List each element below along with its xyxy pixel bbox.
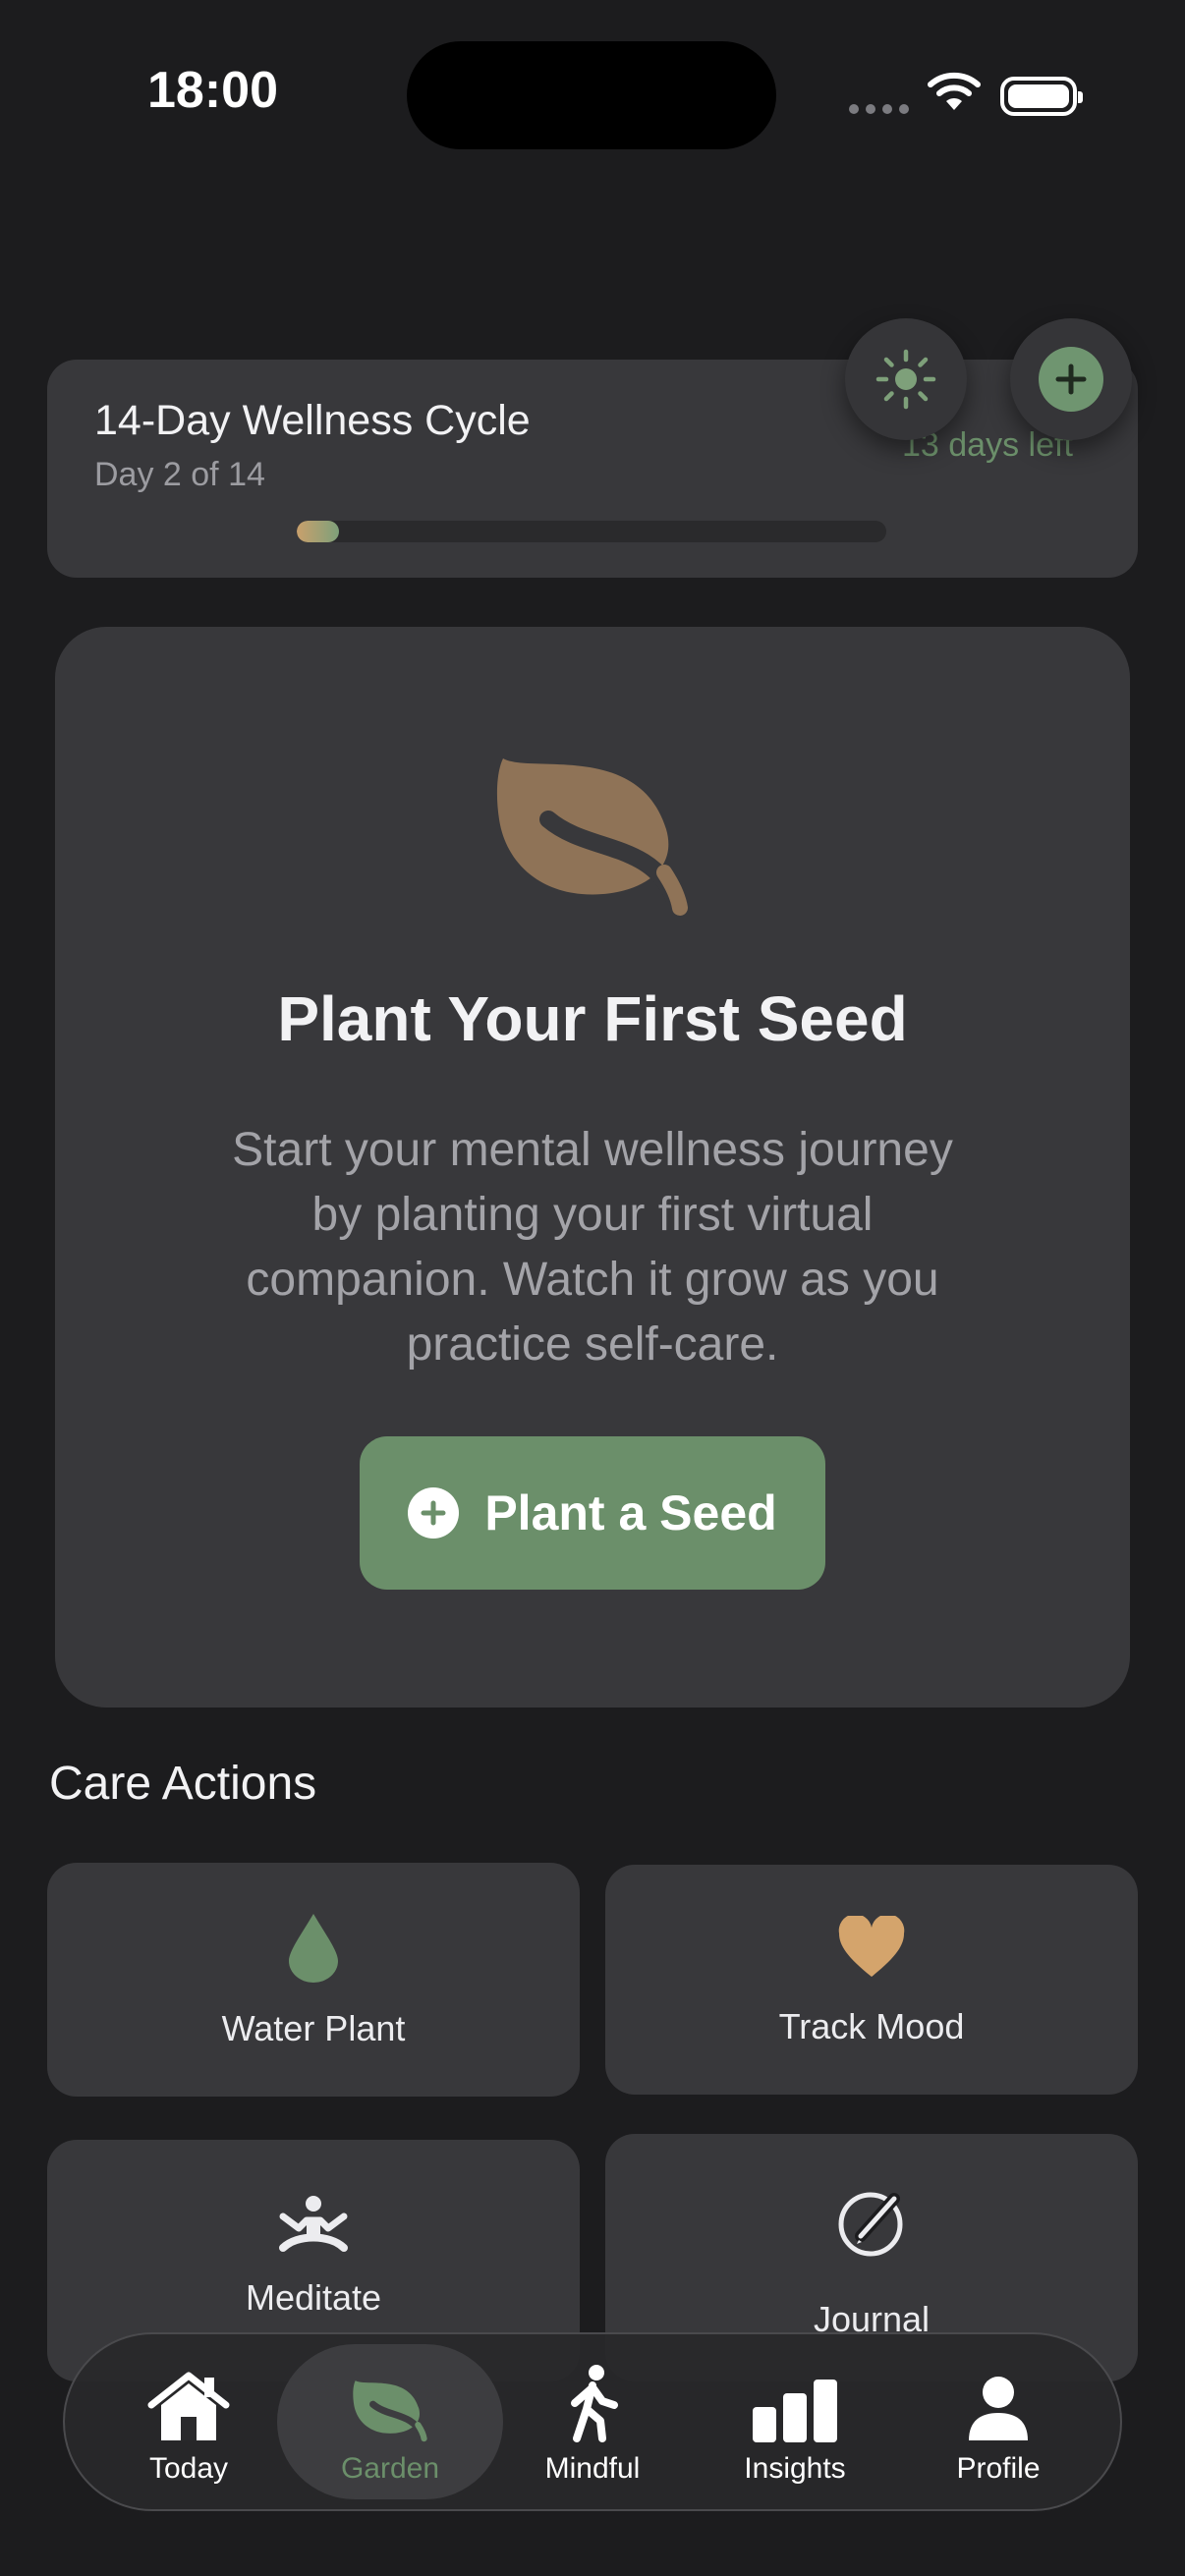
cycle-day-label: Day 2 of 14 bbox=[94, 456, 265, 493]
dynamic-island bbox=[407, 41, 776, 149]
walking-icon bbox=[571, 2365, 618, 2442]
tab-insights-label: Insights bbox=[744, 2452, 846, 2485]
tab-insights[interactable]: Insights bbox=[706, 2334, 883, 2509]
track-mood-label: Track Mood bbox=[778, 2006, 965, 2046]
tab-profile-label: Profile bbox=[956, 2452, 1041, 2485]
meditation-icon bbox=[279, 2196, 348, 2252]
home-icon bbox=[147, 2372, 230, 2440]
journal-icon bbox=[838, 2192, 903, 2257]
care-actions-heading: Care Actions bbox=[49, 1758, 317, 1810]
water-drop-icon bbox=[289, 1914, 338, 1983]
person-icon bbox=[969, 2377, 1028, 2440]
tab-today-label: Today bbox=[148, 2452, 229, 2485]
cycle-progress-fill bbox=[297, 521, 339, 542]
empty-state-description: Start your mental wellness journey by pl… bbox=[232, 1124, 953, 1371]
plant-seed-button[interactable]: Plant a Seed bbox=[360, 1436, 825, 1590]
bar-chart-icon bbox=[753, 2380, 837, 2442]
tab-bar: Today Garden Mindful Insights Profile bbox=[63, 2332, 1122, 2511]
water-plant-button[interactable]: Water Plant bbox=[47, 1863, 580, 2097]
sun-icon bbox=[875, 349, 936, 410]
cycle-title: 14-Day Wellness Cycle bbox=[94, 397, 531, 444]
water-plant-label: Water Plant bbox=[221, 2008, 406, 2048]
wifi-icon bbox=[928, 72, 981, 110]
tab-mindful[interactable]: Mindful bbox=[504, 2334, 681, 2509]
tab-mindful-label: Mindful bbox=[544, 2452, 641, 2485]
tab-garden[interactable]: Garden bbox=[302, 2334, 479, 2509]
plus-icon bbox=[1039, 347, 1103, 412]
tab-profile[interactable]: Profile bbox=[910, 2334, 1087, 2509]
tab-garden-label: Garden bbox=[340, 2452, 440, 2485]
plus-circle-icon bbox=[408, 1487, 460, 1539]
heart-icon bbox=[838, 1916, 905, 1977]
leaf-icon bbox=[496, 758, 688, 916]
battery-icon bbox=[1000, 77, 1083, 116]
leaf-icon bbox=[353, 2380, 427, 2442]
tab-today[interactable]: Today bbox=[100, 2334, 277, 2509]
cellular-signal-icon bbox=[849, 104, 909, 114]
status-time: 18:00 bbox=[147, 62, 278, 119]
add-button[interactable] bbox=[1010, 318, 1132, 440]
cycle-progress-bar bbox=[297, 521, 886, 542]
meditate-label: Meditate bbox=[245, 2277, 382, 2318]
plant-seed-label: Plant a Seed bbox=[484, 1485, 777, 1540]
track-mood-button[interactable]: Track Mood bbox=[605, 1865, 1138, 2095]
empty-state-title: Plant Your First Seed bbox=[277, 983, 908, 1054]
theme-toggle-button[interactable] bbox=[845, 318, 967, 440]
